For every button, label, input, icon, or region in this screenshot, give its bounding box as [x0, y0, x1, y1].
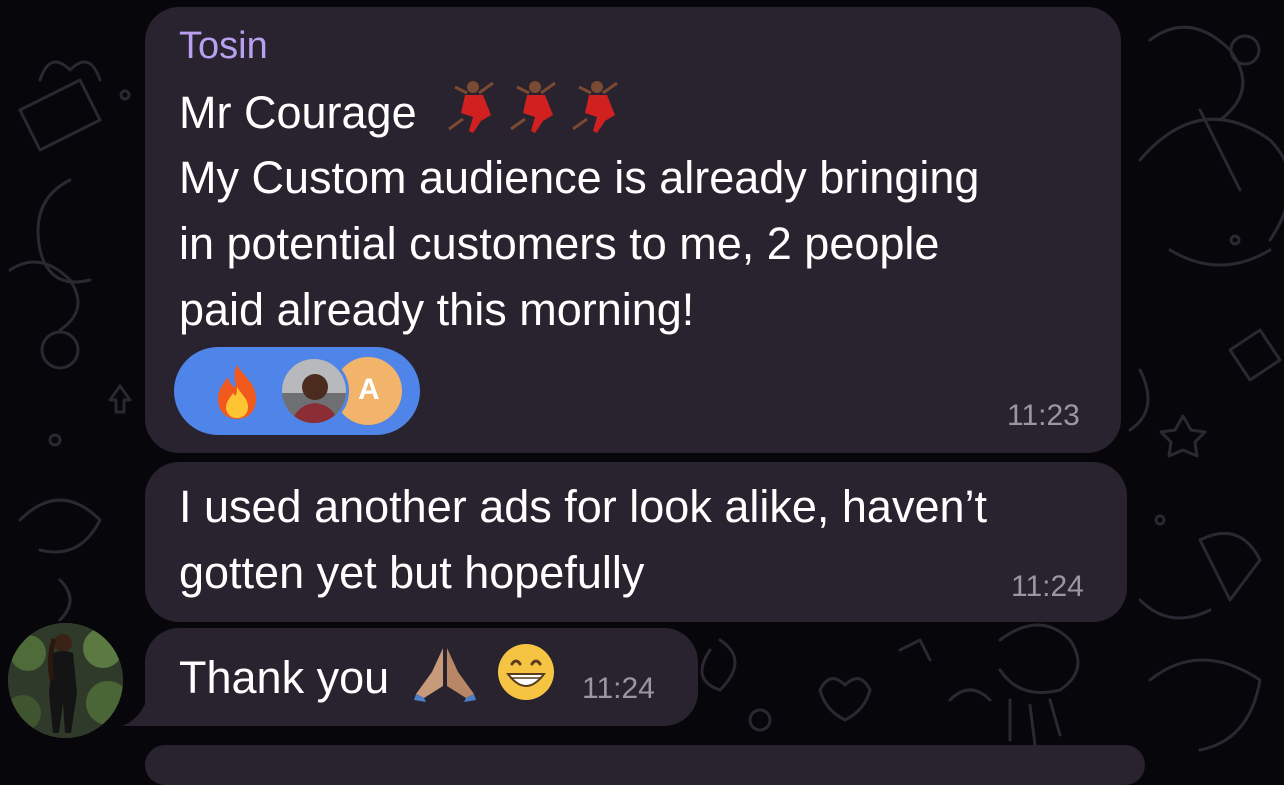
message-line: Mr Courage: [179, 79, 633, 153]
message-bubble-incoming[interactable]: I used another ads for look alike, haven…: [145, 462, 1127, 622]
grinning-face-icon: [496, 642, 556, 720]
message-bubble-incoming[interactable]: Thank you 11:24: [145, 628, 698, 726]
message-text: Mr Courage: [179, 86, 417, 138]
avatar-initial: A: [358, 373, 380, 406]
message-text: My Custom audience is already bringing: [179, 152, 980, 203]
message-text: in potential customers to me, 2 people: [179, 218, 940, 269]
message-timestamp: 11:24: [1011, 570, 1084, 603]
reaction-pill[interactable]: A: [174, 347, 420, 435]
fire-icon: [210, 363, 264, 426]
message-text: I used another ads for look alike, haven…: [179, 481, 988, 532]
message-text: gotten yet but hopefully: [179, 547, 645, 598]
message-bubble-partial[interactable]: [145, 745, 1145, 785]
message-timestamp: 11:23: [1007, 399, 1080, 432]
dancer-icon: [443, 79, 633, 153]
sender-avatar[interactable]: [8, 623, 123, 738]
folded-hands-icon: [412, 642, 478, 720]
message-text: Thank you: [179, 651, 390, 703]
message-text: paid already this morning!: [179, 284, 695, 335]
message-line: Thank you: [179, 642, 556, 720]
message-bubble-incoming[interactable]: Tosin Mr Courage My Custom audience is a…: [145, 7, 1121, 453]
bubble-tail: [122, 702, 146, 726]
reactor-avatar-photo: [279, 356, 349, 426]
message-timestamp: 11:24: [582, 672, 655, 705]
sender-name[interactable]: Tosin: [179, 25, 268, 68]
